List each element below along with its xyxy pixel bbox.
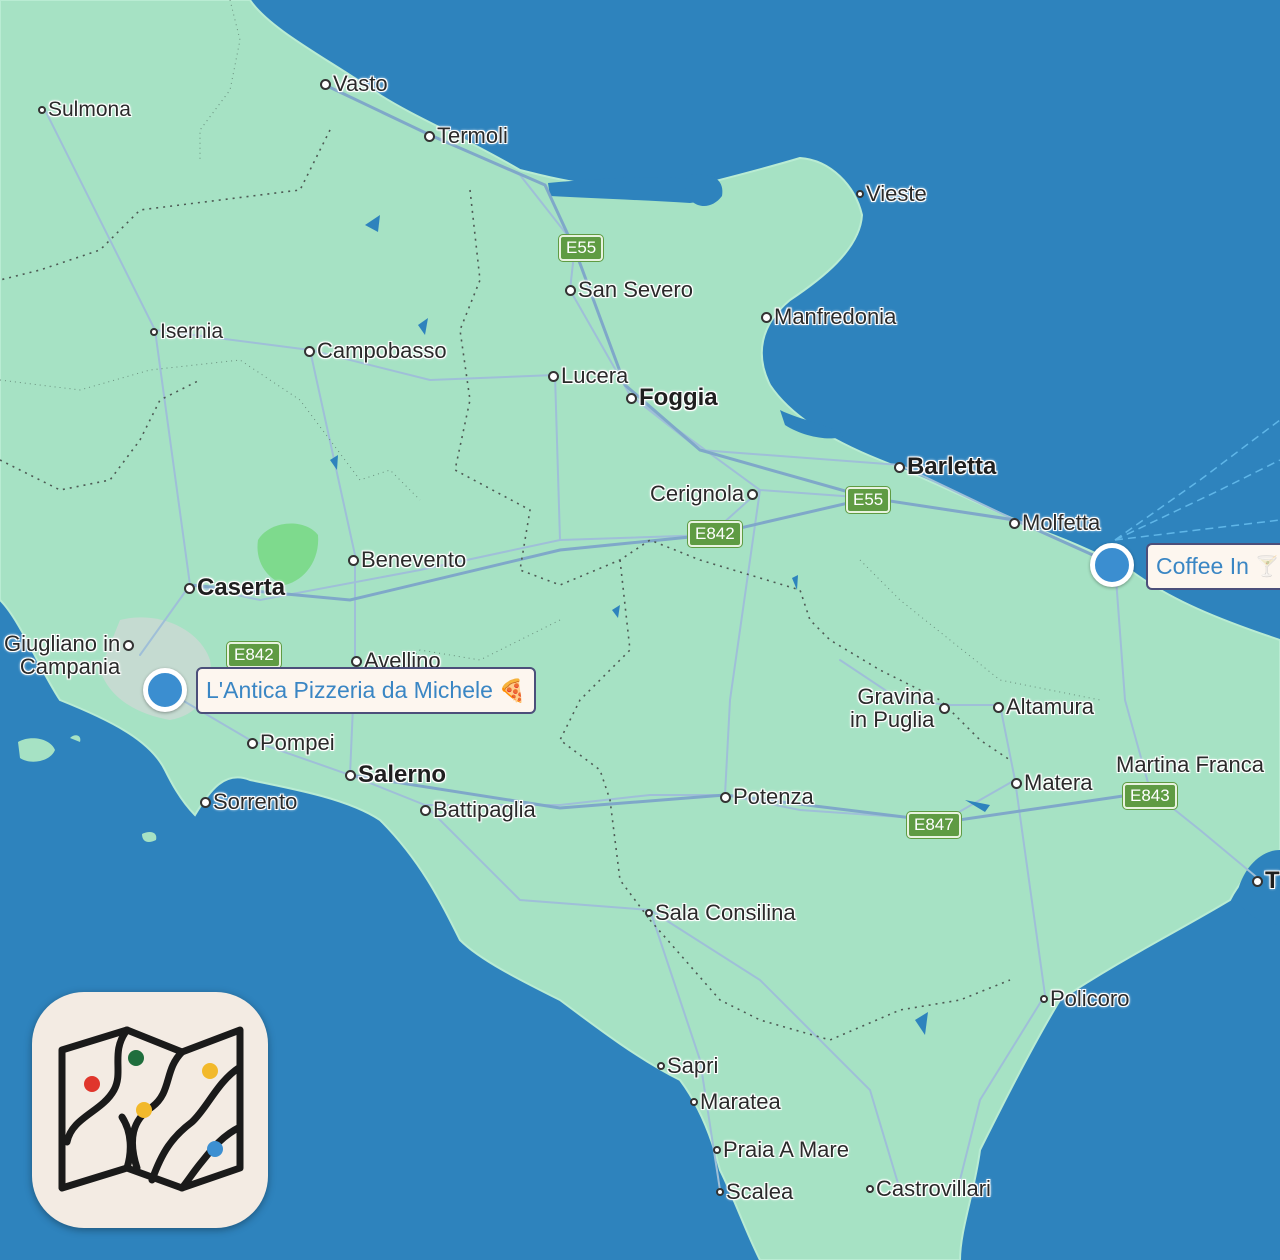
city-dot-icon: [690, 1098, 698, 1106]
city-dot-icon: [626, 392, 637, 404]
city-label-praia-a-mare[interactable]: Praia A Mare: [713, 1137, 849, 1163]
city-label-molfetta[interactable]: Molfetta: [1009, 510, 1100, 536]
city-label-sorrento[interactable]: Sorrento: [200, 789, 297, 815]
city-dot-icon: [565, 284, 576, 296]
city-label-sala-consilina[interactable]: Sala Consilina: [645, 900, 796, 926]
road-shield-e55: E55: [559, 235, 604, 261]
city-dot-icon: [716, 1188, 724, 1196]
city-label-manfredonia[interactable]: Manfredonia: [761, 304, 896, 330]
pizza-icon: 🍕: [498, 677, 527, 703]
folded-map-icon: [58, 1026, 244, 1192]
blue-pin-icon: [207, 1141, 223, 1157]
giugliano-label-text: Giugliano in Campania: [4, 631, 121, 679]
road-shield-e843: E843: [1123, 783, 1177, 809]
city-label-termoli[interactable]: Termoli: [424, 123, 508, 149]
city-dot-icon: [247, 737, 258, 749]
road-shield-e842: E842: [688, 521, 742, 547]
city-dot-icon: [184, 582, 195, 594]
city-dot-icon: [939, 702, 951, 714]
city-dot-icon: [548, 370, 559, 382]
city-dot-icon: [123, 639, 135, 651]
city-dot-icon: [1011, 777, 1022, 789]
city-dot-icon: [348, 554, 359, 566]
place-callout-pizzeria[interactable]: L'Antica Pizzeria da Michele 🍕: [196, 667, 537, 714]
city-dot-icon: [1009, 517, 1020, 529]
red-pin-icon: [84, 1076, 100, 1092]
city-label-matera[interactable]: Matera: [1011, 770, 1092, 796]
city-label-castrovillari[interactable]: Castrovillari: [866, 1176, 991, 1202]
city-label-isernia[interactable]: Isernia: [150, 320, 223, 344]
city-dot-icon: [856, 190, 864, 198]
city-label-giugliano[interactable]: Giugliano in Campania: [4, 631, 135, 679]
gravina-label-text: Gravina in Puglia: [850, 684, 935, 732]
city-label-policoro[interactable]: Policoro: [1040, 986, 1129, 1012]
city-label-battipaglia[interactable]: Battipaglia: [420, 797, 536, 823]
road-shield-e847: E847: [907, 812, 961, 838]
city-dot-icon: [345, 769, 356, 781]
city-label-scalea[interactable]: Scalea: [716, 1179, 793, 1205]
city-label-lucera[interactable]: Lucera: [548, 363, 628, 389]
city-label-vieste[interactable]: Vieste: [856, 181, 927, 207]
city-dot-icon: [420, 804, 431, 816]
yellow-pin-icon: [136, 1102, 152, 1118]
cocktail-glass-icon: 🍸: [1254, 556, 1280, 578]
city-dot-icon: [200, 796, 211, 808]
city-dot-icon: [38, 106, 46, 114]
city-label-pompei[interactable]: Pompei: [247, 730, 335, 756]
city-label-sapri[interactable]: Sapri: [657, 1053, 718, 1079]
city-dot-icon: [320, 78, 331, 90]
city-dot-icon: [713, 1146, 721, 1154]
city-dot-icon: [866, 1185, 874, 1193]
city-label-barletta[interactable]: Barletta: [894, 453, 996, 481]
road-shield-e842: E842: [227, 642, 281, 668]
place-pin-coffee-in[interactable]: [1090, 543, 1134, 587]
city-dot-icon: [747, 488, 759, 500]
city-dot-icon: [993, 701, 1004, 713]
city-label-gravina[interactable]: Gravina in Puglia: [850, 684, 951, 732]
city-dot-icon: [424, 130, 435, 142]
city-label-salerno[interactable]: Salerno: [345, 761, 446, 789]
city-dot-icon: [150, 328, 158, 336]
place-pin-pizzeria[interactable]: [143, 668, 187, 712]
city-dot-icon: [304, 345, 315, 357]
city-dot-icon: [1040, 995, 1048, 1003]
city-dot-icon: [761, 311, 772, 323]
place-name: L'Antica Pizzeria da Michele: [206, 677, 493, 703]
city-dot-icon: [894, 461, 905, 473]
city-label-benevento[interactable]: Benevento: [348, 547, 466, 573]
city-label-potenza[interactable]: Potenza: [720, 784, 814, 810]
city-label-san-severo[interactable]: San Severo: [565, 277, 693, 303]
city-label-cerignola[interactable]: Cerignola: [650, 481, 759, 507]
yellow-pin-icon: [202, 1063, 218, 1079]
city-label-taranto[interactable]: T: [1252, 867, 1280, 895]
green-pin-icon: [128, 1050, 144, 1066]
place-callout-coffee-in[interactable]: Coffee In 🍸: [1146, 543, 1280, 590]
city-label-campobasso[interactable]: Campobasso: [304, 338, 447, 364]
city-label-vasto[interactable]: Vasto: [320, 71, 388, 97]
city-label-martina-franca[interactable]: Martina Franca: [1116, 752, 1264, 778]
road-shield-e55: E55: [846, 487, 891, 513]
city-dot-icon: [1252, 875, 1263, 887]
city-label-maratea[interactable]: Maratea: [690, 1089, 781, 1115]
city-label-caserta[interactable]: Caserta: [184, 574, 285, 602]
place-name: Coffee In: [1156, 553, 1249, 579]
city-label-sulmona[interactable]: Sulmona: [38, 98, 131, 122]
folded-map-app-icon[interactable]: [32, 992, 268, 1228]
city-label-foggia[interactable]: Foggia: [626, 384, 718, 412]
city-label-altamura[interactable]: Altamura: [993, 694, 1094, 720]
city-dot-icon: [351, 655, 362, 667]
city-dot-icon: [657, 1062, 665, 1070]
city-dot-icon: [720, 791, 731, 803]
city-dot-icon: [645, 909, 653, 917]
